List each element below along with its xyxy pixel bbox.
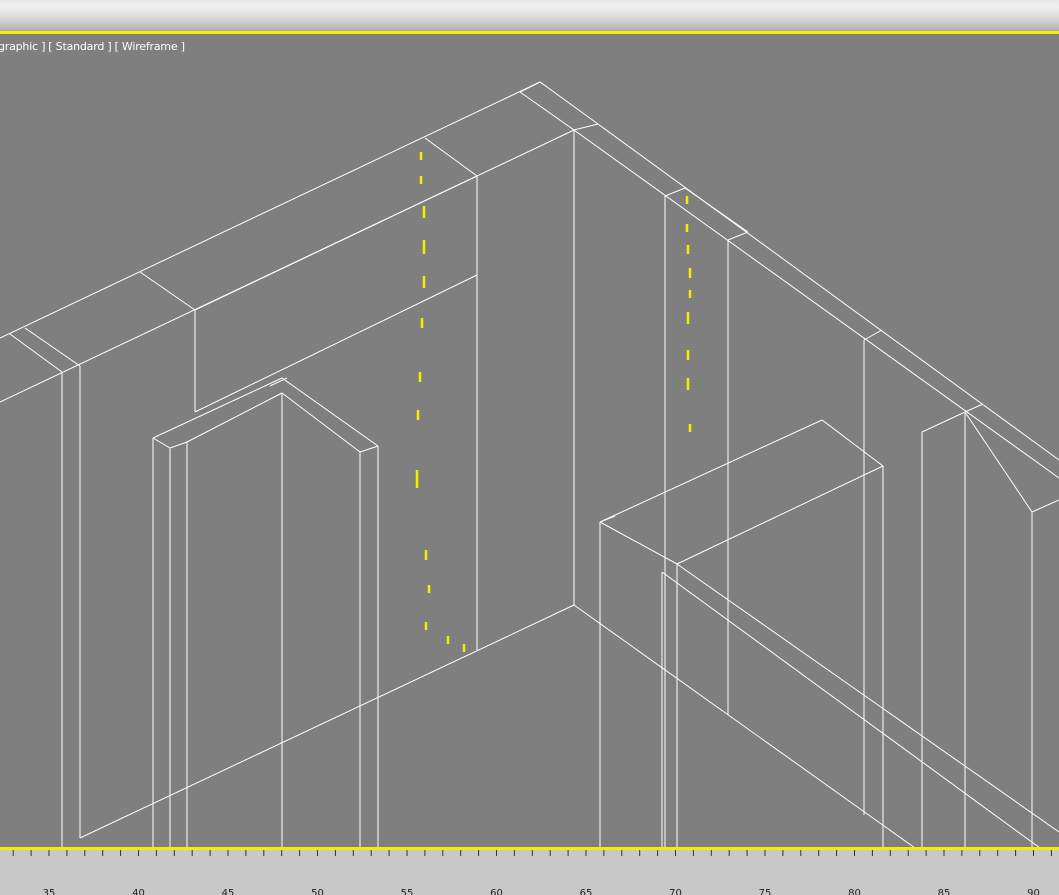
timeline-tick-label: 45	[222, 888, 235, 895]
floor-edge-left	[79, 604, 575, 839]
right-wall-top-edge	[597, 123, 1059, 461]
viewport-top-bar	[0, 0, 1059, 32]
timeline-tick-label: 55	[401, 888, 414, 895]
perspective-viewport[interactable]: graphic ][ Standard ][ Wireframe ]	[0, 34, 1059, 847]
door-frame-left	[152, 377, 379, 847]
counter-box	[599, 419, 1059, 847]
left-wall-cap	[519, 81, 599, 131]
timeline-tick-label: 35	[43, 888, 56, 895]
right-pillar-2	[863, 329, 883, 815]
timeline-tick-label: 65	[580, 888, 593, 895]
timeline-tick-label: 90	[1027, 888, 1040, 895]
right-pillar-3	[921, 403, 1059, 847]
timeline-tick-label: 75	[759, 888, 772, 895]
beam-segment	[194, 137, 478, 650]
timeline-ticks: 35 40 45 50 55 60 65 70 75 80 85 90	[12, 850, 1052, 895]
right-wall-inner-edge	[573, 129, 1059, 479]
dashed-selection-left	[415, 152, 466, 652]
wireframe-scene[interactable]	[0, 34, 1059, 847]
timeline-tick-label: 40	[132, 888, 145, 895]
timeline-tick-label: 85	[938, 888, 951, 895]
selection-dashes	[415, 152, 692, 652]
timeline-ruler[interactable]: 35 40 45 50 55 60 65 70 75 80 85 90	[0, 850, 1059, 895]
timeline-tick-label: 60	[490, 888, 503, 895]
timeline-tick-label: 70	[669, 888, 682, 895]
timeline-tick-labels: 35 40 45 50 55 60 65 70 75 80 85 90	[43, 888, 1040, 895]
timeline-tick-label: 80	[848, 888, 861, 895]
timeline-tick-label: 50	[311, 888, 324, 895]
left-wall-top-edge	[0, 81, 599, 339]
dashed-selection-right	[685, 196, 692, 432]
timeline-minor-ticks	[12, 850, 1052, 856]
wireframe-geometry	[0, 81, 1059, 847]
